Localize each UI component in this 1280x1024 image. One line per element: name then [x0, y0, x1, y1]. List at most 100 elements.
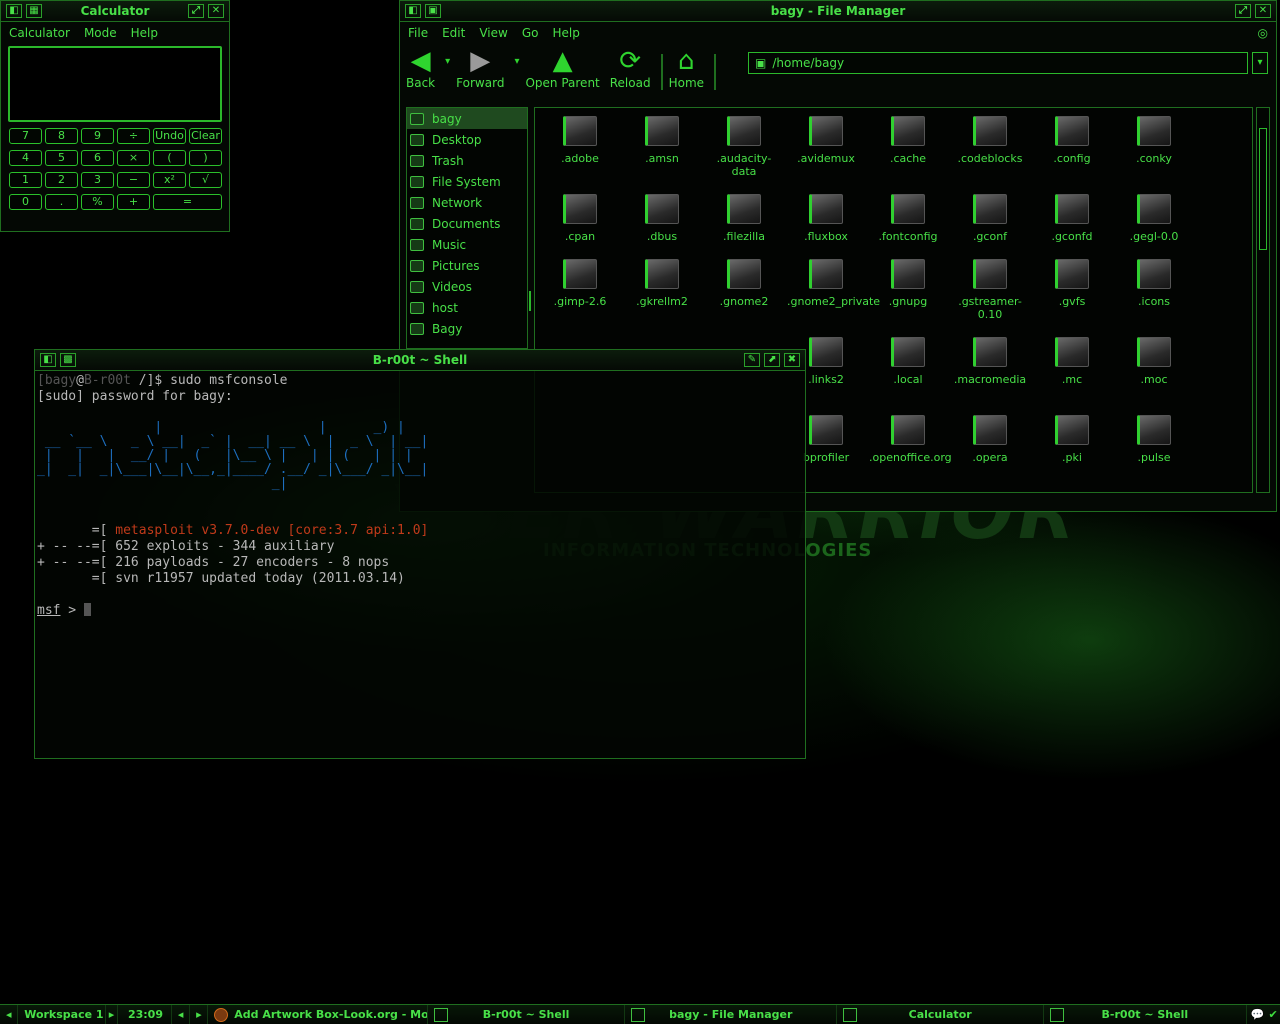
calculator-display[interactable]: [8, 46, 222, 122]
file-item[interactable]: .adobe: [541, 112, 619, 165]
key-percent[interactable]: %: [81, 194, 114, 210]
menu-go[interactable]: Go: [522, 26, 539, 40]
file-item[interactable]: .openoffice.org: [869, 411, 952, 464]
file-item[interactable]: .gconf: [951, 190, 1029, 243]
key-sqrt[interactable]: √: [189, 172, 222, 188]
sidebar-item-desktop[interactable]: Desktop: [407, 129, 527, 150]
sidebar-item-music[interactable]: Music: [407, 234, 527, 255]
task-next-button[interactable]: ▸: [190, 1005, 209, 1024]
task-firefox[interactable]: Add Artwork Box-Look.org - Mozil: [208, 1005, 428, 1024]
file-item[interactable]: .amsn: [623, 112, 701, 165]
menu-help[interactable]: Help: [131, 26, 158, 40]
task-shell-2[interactable]: B-r00t ~ Shell: [1044, 1005, 1247, 1024]
sidebar-item-videos[interactable]: Videos: [407, 276, 527, 297]
key-undo[interactable]: Undo: [153, 128, 186, 144]
shell-titlebar[interactable]: ◧ ▩ B-r00t ~ Shell ✎ ⬈ ✖: [35, 350, 805, 371]
maximize-icon[interactable]: ⤢: [1235, 4, 1251, 18]
file-item[interactable]: .gnome2_private: [787, 255, 880, 308]
menu-view[interactable]: View: [479, 26, 507, 40]
close-icon[interactable]: ✕: [208, 4, 224, 18]
menu-file[interactable]: File: [408, 26, 428, 40]
close-icon[interactable]: ✖: [784, 353, 800, 367]
reload-button[interactable]: ⟳ Reload: [610, 46, 651, 90]
key-9[interactable]: 9: [81, 128, 114, 144]
file-item[interactable]: .gconfd: [1033, 190, 1111, 243]
file-item[interactable]: .dbus: [623, 190, 701, 243]
key-plus[interactable]: +: [117, 194, 150, 210]
home-button[interactable]: ⌂ Home: [669, 46, 704, 90]
workspace-next-button[interactable]: ▸: [106, 1005, 118, 1024]
update-check-icon[interactable]: ✔: [1268, 1008, 1277, 1021]
file-item[interactable]: .filezilla: [705, 190, 783, 243]
menu-mode[interactable]: Mode: [84, 26, 117, 40]
window-menu-icon[interactable]: ◧: [40, 353, 56, 367]
window-menu-icon[interactable]: ◧: [6, 4, 22, 18]
maximize-icon[interactable]: ⬈: [764, 353, 780, 367]
file-item[interactable]: .fontconfig: [869, 190, 947, 243]
file-item[interactable]: .gkrellm2: [623, 255, 701, 308]
file-item[interactable]: .gnupg: [869, 255, 947, 308]
file-item[interactable]: .gegl-0.0: [1115, 190, 1193, 243]
sidebar-item-bagy-2[interactable]: Bagy: [407, 318, 527, 339]
key-7[interactable]: 7: [9, 128, 42, 144]
task-calculator[interactable]: Calculator: [837, 1005, 1044, 1024]
file-item[interactable]: .icons: [1115, 255, 1193, 308]
file-item[interactable]: .gstreamer-0.10: [951, 255, 1029, 321]
task-file-manager[interactable]: bagy - File Manager: [625, 1005, 838, 1024]
key-8[interactable]: 8: [45, 128, 78, 144]
task-shell[interactable]: B-r00t ~ Shell: [428, 1005, 626, 1024]
key-multiply[interactable]: ×: [117, 150, 150, 166]
sidebar-item-file-system[interactable]: File System: [407, 171, 527, 192]
calculator-titlebar[interactable]: ◧ ▦ Calculator ⤢ ✕: [1, 1, 229, 22]
scrollbar-thumb[interactable]: [1259, 128, 1267, 250]
key-4[interactable]: 4: [9, 150, 42, 166]
file-item[interactable]: .pulse: [1115, 411, 1193, 464]
file-item[interactable]: .config: [1033, 112, 1111, 165]
sidebar-resize-handle[interactable]: [529, 291, 531, 311]
key-3[interactable]: 3: [81, 172, 114, 188]
task-prev-button[interactable]: ◂: [172, 1005, 191, 1024]
file-item[interactable]: .cpan: [541, 190, 619, 243]
key-decimal[interactable]: .: [45, 194, 78, 210]
maximize-icon[interactable]: ⤢: [188, 4, 204, 18]
minimize-icon[interactable]: ✎: [744, 353, 760, 367]
key-equals[interactable]: =: [153, 194, 222, 210]
close-icon[interactable]: ✕: [1255, 4, 1271, 18]
window-menu-icon[interactable]: ◧: [405, 4, 421, 18]
key-close-paren[interactable]: ): [189, 150, 222, 166]
key-open-paren[interactable]: (: [153, 150, 186, 166]
key-clear[interactable]: Clear: [189, 128, 222, 144]
workspace-prev-button[interactable]: ◂: [0, 1005, 19, 1024]
file-item[interactable]: .audacity-data: [705, 112, 783, 178]
key-square[interactable]: x²: [153, 172, 186, 188]
file-manager-titlebar[interactable]: ◧ ▣ bagy - File Manager ⤢ ✕: [400, 1, 1276, 22]
file-item[interactable]: .local: [869, 333, 947, 386]
sidebar-item-network[interactable]: Network: [407, 192, 527, 213]
chat-icon[interactable]: 💬: [1251, 1008, 1265, 1021]
file-item[interactable]: .gvfs: [1033, 255, 1111, 308]
file-item[interactable]: .cache: [869, 112, 947, 165]
file-item[interactable]: .avidemux: [787, 112, 865, 165]
file-item[interactable]: .moc: [1115, 333, 1193, 386]
back-button[interactable]: ◀ Back: [406, 46, 435, 90]
sidebar-item-host[interactable]: host: [407, 297, 527, 318]
vertical-scrollbar[interactable]: [1256, 107, 1270, 493]
open-parent-button[interactable]: ▲ Open Parent: [525, 46, 599, 90]
file-item[interactable]: .fluxbox: [787, 190, 865, 243]
file-item[interactable]: .pki: [1033, 411, 1111, 464]
sidebar-item-trash[interactable]: Trash: [407, 150, 527, 171]
key-0[interactable]: 0: [9, 194, 42, 210]
back-history-dropdown[interactable]: ▾: [445, 46, 450, 76]
file-item[interactable]: .macromedia: [951, 333, 1029, 386]
workspace-name[interactable]: Workspace 1: [18, 1005, 106, 1024]
location-dropdown-button[interactable]: ▾: [1252, 52, 1268, 74]
menu-calculator[interactable]: Calculator: [9, 26, 70, 40]
key-2[interactable]: 2: [45, 172, 78, 188]
file-item[interactable]: .gimp-2.6: [541, 255, 619, 308]
location-bar[interactable]: ▣ /home/bagy: [748, 52, 1248, 74]
msf-prompt-line[interactable]: msf >: [37, 603, 803, 619]
menu-help[interactable]: Help: [552, 26, 579, 40]
file-item[interactable]: .opera: [951, 411, 1029, 464]
terminal-output[interactable]: [bagy@B-r00t /]$ sudo msfconsole [sudo] …: [35, 371, 805, 621]
file-item[interactable]: .gnome2: [705, 255, 783, 308]
